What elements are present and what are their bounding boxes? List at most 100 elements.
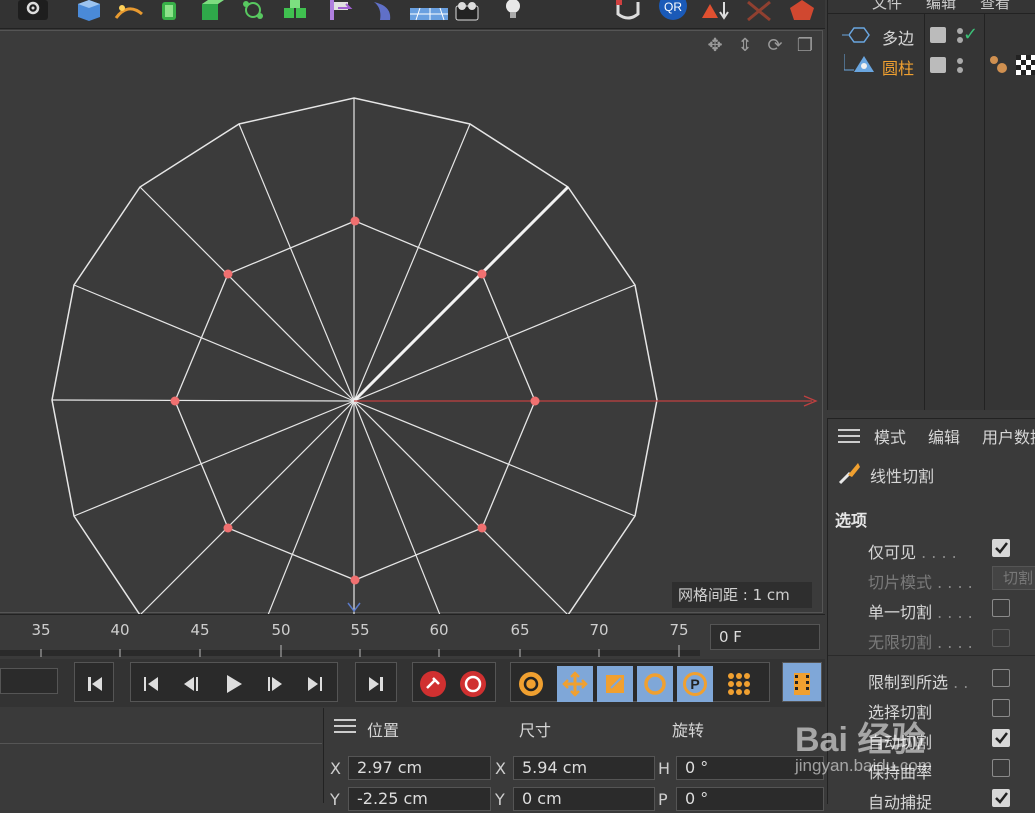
- menu-edit[interactable]: 编辑: [926, 0, 956, 13]
- layer-icon[interactable]: [930, 57, 946, 73]
- panel-divider: [0, 743, 322, 744]
- bend-icon[interactable]: [784, 0, 818, 24]
- light-icon[interactable]: [496, 0, 530, 24]
- settings-icon[interactable]: [16, 0, 50, 24]
- object-row-polygon[interactable]: 多边 ✓: [828, 22, 1035, 50]
- cloner-icon[interactable]: [280, 0, 314, 24]
- symmetry-icon[interactable]: [742, 0, 776, 24]
- tick-label: 55: [350, 621, 370, 639]
- nurbs-icon[interactable]: [152, 0, 186, 24]
- option-restrict-to-selection[interactable]: 限制到所选 . .: [828, 665, 1035, 693]
- object-name: 圆柱: [882, 59, 915, 78]
- timeline[interactable]: 35 40 45 50 55 60 65 70 75 0 F: [0, 614, 825, 659]
- key-parameter-button[interactable]: P: [677, 666, 713, 702]
- option-label: 单一切割: [868, 603, 933, 622]
- selected-edge: [352, 185, 570, 403]
- tool-name: 线性切割: [870, 467, 935, 486]
- key-settings-button[interactable]: [513, 666, 549, 702]
- size-x-field[interactable]: 5.94 cm: [513, 756, 655, 780]
- option-slice-mode: 切片模式 . . . . 切割: [828, 565, 1035, 593]
- key-point-level-button[interactable]: [721, 666, 757, 702]
- checkbox[interactable]: [992, 669, 1010, 687]
- floor-icon[interactable]: [410, 0, 448, 24]
- checkbox[interactable]: [992, 789, 1010, 807]
- rotate-view-icon[interactable]: ⟳: [764, 35, 786, 57]
- axis-label: H: [658, 759, 671, 778]
- checkbox[interactable]: [992, 599, 1010, 617]
- deformer-icon[interactable]: [236, 0, 270, 24]
- maximize-view-icon[interactable]: ❐: [794, 35, 816, 57]
- transport-bar: P: [0, 659, 825, 707]
- axis-move-icon[interactable]: [698, 0, 732, 24]
- key-scale-button[interactable]: [597, 666, 633, 702]
- option-label: 仅可见: [868, 543, 917, 562]
- checkbox[interactable]: [992, 729, 1010, 747]
- menu-view[interactable]: 查看: [980, 0, 1010, 13]
- key-type-controls: P: [510, 662, 770, 702]
- go-to-end-button[interactable]: [355, 662, 397, 702]
- slice-mode-dropdown[interactable]: 切割: [992, 566, 1035, 590]
- next-frame-button[interactable]: [257, 666, 293, 702]
- object-row-cylinder[interactable]: 圆柱: [828, 52, 1035, 80]
- key-rotation-button[interactable]: [637, 666, 673, 702]
- hamburger-menu-icon[interactable]: [838, 428, 860, 448]
- previous-frame-button[interactable]: [173, 666, 209, 702]
- option-single-cut[interactable]: 单一切割 . . . .: [828, 595, 1035, 623]
- enabled-check-icon[interactable]: ✓: [963, 24, 978, 45]
- tab-edit[interactable]: 编辑: [928, 424, 960, 448]
- material-tag-icon[interactable]: [1016, 55, 1035, 79]
- option-visible-only[interactable]: 仅可见 . . . .: [828, 535, 1035, 563]
- tick-label: 60: [429, 621, 449, 639]
- menu-file[interactable]: 文件: [872, 0, 902, 13]
- cube-icon[interactable]: [72, 0, 106, 24]
- pen-spline-icon[interactable]: [112, 0, 146, 24]
- timeline-window-button[interactable]: [782, 662, 822, 702]
- option-label: 切片模式: [868, 573, 933, 592]
- svg-text:P: P: [690, 676, 699, 692]
- tick-label: 50: [271, 621, 291, 639]
- visibility-dots-icon[interactable]: [955, 57, 965, 79]
- move-view-icon[interactable]: ✥: [704, 35, 726, 57]
- auto-key-button[interactable]: [455, 666, 491, 702]
- next-key-button[interactable]: [297, 666, 333, 702]
- environment-icon[interactable]: [366, 0, 400, 24]
- hamburger-menu-icon[interactable]: [334, 718, 356, 738]
- tab-user-data[interactable]: 用户数据: [982, 424, 1035, 448]
- checkbox[interactable]: [992, 759, 1010, 777]
- main-toolbar: QR: [0, 0, 825, 29]
- key-position-button[interactable]: [557, 666, 593, 702]
- checkbox[interactable]: [992, 539, 1010, 557]
- generator-icon[interactable]: [194, 0, 228, 24]
- playback-controls: [130, 662, 338, 702]
- scene-icon[interactable]: [324, 0, 358, 24]
- tick-label: 70: [589, 621, 609, 639]
- play-button[interactable]: [215, 666, 251, 702]
- go-to-start-button[interactable]: [74, 662, 114, 702]
- magnet-icon[interactable]: [612, 0, 646, 24]
- camera-icon[interactable]: [452, 0, 486, 24]
- grid-spacing-label: 网格间距 : 1 cm: [672, 582, 812, 608]
- axis-label: Y: [330, 790, 340, 809]
- viewport-3d[interactable]: ✥ ⇕ ⟳ ❐ 网格间距 : 1 cm: [0, 30, 823, 614]
- skip-start-icon: [77, 666, 113, 702]
- size-header: 尺寸: [519, 721, 552, 740]
- watermark-url: jingyan.baidu.com: [795, 756, 933, 775]
- option-auto-snap[interactable]: 自动捕捉: [828, 785, 1035, 813]
- qr-plugin-icon[interactable]: QR: [656, 0, 690, 24]
- option-infinite-cut: 无限切割 . . . .: [828, 625, 1035, 653]
- zoom-view-icon[interactable]: ⇕: [734, 35, 756, 57]
- layer-icon[interactable]: [930, 27, 946, 43]
- phong-tag-icon[interactable]: [988, 54, 1010, 80]
- position-x-field[interactable]: 2.97 cm: [348, 756, 491, 780]
- current-frame-field[interactable]: 0 F: [710, 624, 820, 650]
- size-y-field[interactable]: 0 cm: [513, 787, 655, 811]
- record-key-button[interactable]: [415, 666, 451, 702]
- tick-label: 35: [31, 621, 51, 639]
- checkbox: [992, 629, 1010, 647]
- tab-mode[interactable]: 模式: [874, 424, 906, 448]
- position-y-field[interactable]: -2.25 cm: [348, 787, 491, 811]
- rotation-p-field[interactable]: 0 °: [676, 787, 824, 811]
- checkbox[interactable]: [992, 699, 1010, 717]
- start-frame-field[interactable]: [0, 668, 58, 694]
- previous-key-button[interactable]: [133, 666, 169, 702]
